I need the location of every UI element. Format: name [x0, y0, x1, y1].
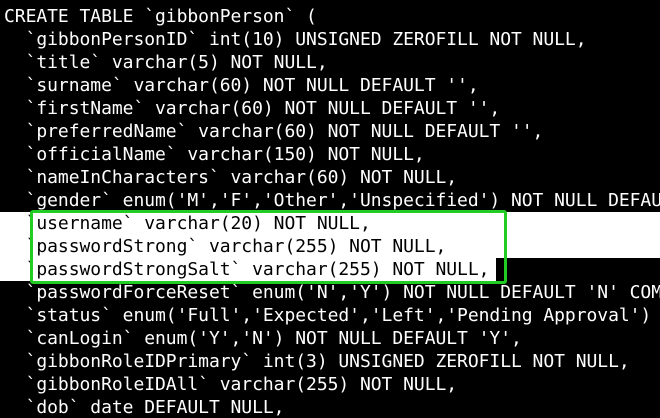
sql-line: `preferredName` varchar(60) NOT NULL DEF… — [4, 121, 544, 142]
selected-sql-line: `passwordStrong` varchar(255) NOT NULL, — [0, 235, 660, 258]
sql-line: `nameInCharacters` varchar(60) NOT NULL, — [4, 167, 458, 188]
sql-line: `dob` date DEFAULT NULL, — [4, 397, 285, 418]
sql-line: `title` varchar(5) NOT NULL, — [4, 52, 328, 73]
sql-line: `gibbonRoleIDAll` varchar(255) NOT NULL, — [4, 374, 458, 395]
selected-sql-line: `passwordStrongSalt` varchar(255) NOT NU… — [0, 258, 496, 281]
sql-line: `gibbonPersonID` int(10) UNSIGNED ZEROFI… — [4, 29, 587, 50]
sql-line: `officialName` varchar(150) NOT NULL, — [4, 144, 425, 165]
selected-sql-line: `username` varchar(20) NOT NULL, — [0, 212, 660, 235]
sql-line: CREATE TABLE `gibbonPerson` ( — [4, 6, 317, 27]
sql-line: `status` enum('Full','Expected','Left','… — [25, 305, 652, 326]
sql-line: `passwordForceReset` enum('N','Y') NOT N… — [4, 282, 660, 303]
sql-line: `gender` enum('M','F','Other','Unspecifi… — [4, 190, 660, 211]
sql-line: `gibbonRoleIDPrimary` int(3) UNSIGNED ZE… — [4, 351, 630, 372]
sql-line: `canLogin` enum('Y','N') NOT NULL DEFAUL… — [4, 328, 522, 349]
sql-line: `surname` varchar(60) NOT NULL DEFAULT '… — [4, 75, 479, 96]
terminal-window[interactable]: CREATE TABLE `gibbonPerson` ( `gibbonPer… — [0, 0, 660, 418]
sql-line: `firstName` varchar(60) NOT NULL DEFAULT… — [4, 98, 501, 119]
